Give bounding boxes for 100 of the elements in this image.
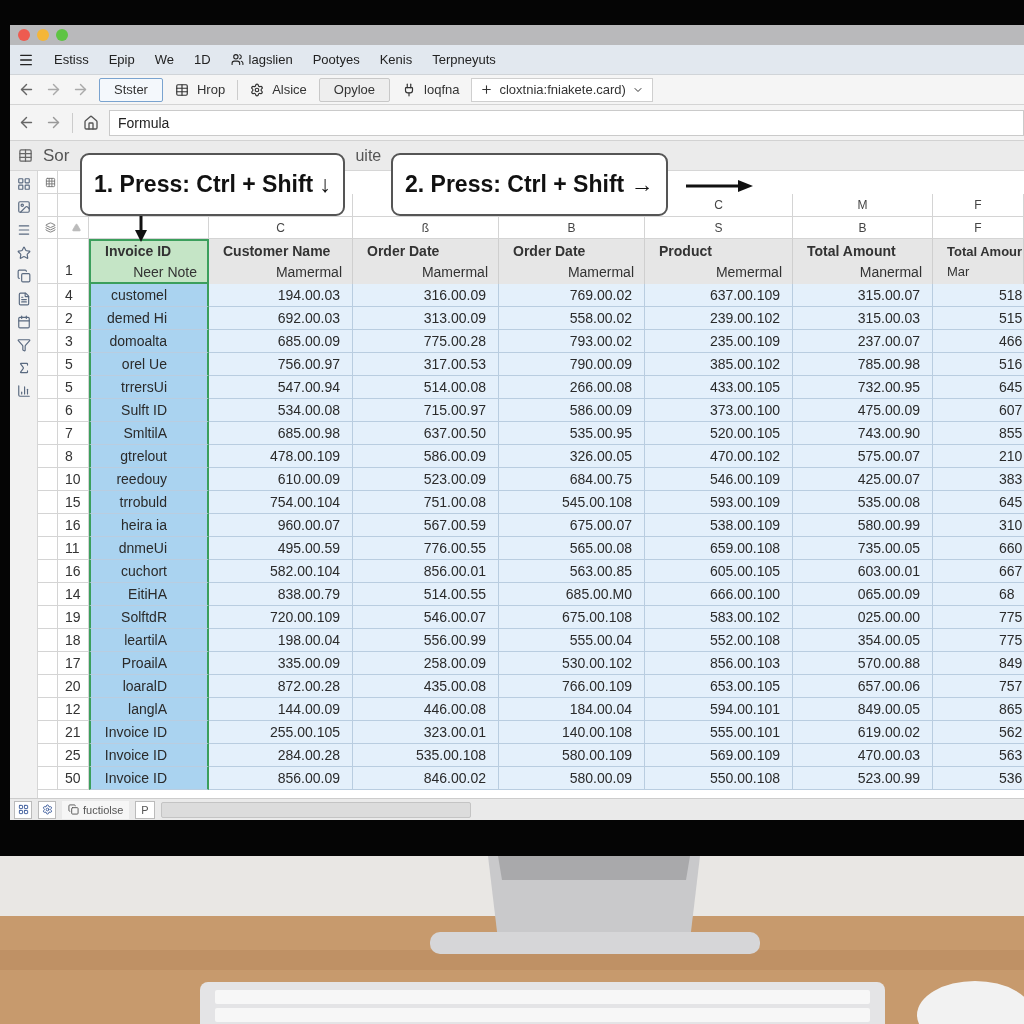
table-cell: 849.00.05 <box>793 698 933 721</box>
table-cell: 775.00.28 <box>353 330 499 353</box>
table-cell: heira ia <box>89 514 209 537</box>
table-cell: 255.00.105 <box>209 721 353 744</box>
table-cell: 692.00.03 <box>209 307 353 330</box>
column-header[interactable]: Customer Name Mamermal <box>209 239 353 284</box>
sheet-tab[interactable]: P <box>135 800 155 819</box>
table-cell: 210 <box>933 445 1024 468</box>
table-cell: 856.00.09 <box>209 767 353 790</box>
header-title: Invoice ID <box>105 243 173 259</box>
column-header[interactable]: Total Amount Manermal <box>793 239 933 284</box>
table-cell: 198.00.04 <box>209 629 353 652</box>
menu-item[interactable]: Estiss <box>54 52 89 67</box>
row-number: 3 <box>58 330 89 353</box>
table-cell: 583.00.102 <box>645 606 793 629</box>
column-letter[interactable]: B <box>793 217 933 239</box>
column-letter[interactable]: F <box>933 194 1024 217</box>
table-cell: 313.00.09 <box>353 307 499 330</box>
table-cell: 534.00.08 <box>209 399 353 422</box>
column-header[interactable]: Invoice ID Neer Note <box>89 239 209 284</box>
shortcut-tooltip: 2. Press: Ctrl + Shift → <box>391 153 668 216</box>
toolbar-button[interactable]: Stster <box>99 77 163 102</box>
table-cell: 667 <box>933 560 1024 583</box>
column-letter[interactable]: M <box>793 194 933 217</box>
menu-item[interactable]: Pootyes <box>312 52 360 67</box>
row-number: 20 <box>58 675 89 698</box>
row-number: 16 <box>58 514 89 537</box>
column-letter[interactable]: B <box>499 217 645 239</box>
table-cell: 757 <box>933 675 1024 698</box>
table-cell: 855 <box>933 422 1024 445</box>
table-cell: 425.00.07 <box>793 468 933 491</box>
table-cell: Invoice ID <box>89 767 209 790</box>
table-cell: 545.00.108 <box>499 491 645 514</box>
table-cell: 846.00.02 <box>353 767 499 790</box>
header-title: Order Date <box>367 243 441 259</box>
table-cell: 536 <box>933 767 1024 790</box>
table-cell: 516 <box>933 353 1024 376</box>
table-cell: 140.00.108 <box>499 721 645 744</box>
table-cell: 546.00.07 <box>353 606 499 629</box>
row-number: 15 <box>58 491 89 514</box>
table-cell: 660 <box>933 537 1024 560</box>
table-cell: 266.00.08 <box>499 376 645 399</box>
table-cell: 775 <box>933 629 1024 652</box>
table-cell: 735.00.05 <box>793 537 933 560</box>
menu-item[interactable]: Epip <box>108 52 135 67</box>
sheet-tab[interactable]: fuctiolse <box>62 800 130 819</box>
table-cell: 756.00.97 <box>209 353 353 376</box>
table-cell: 586.00.09 <box>353 445 499 468</box>
column-letter[interactable]: C <box>209 217 353 239</box>
table-cell: 065.00.09 <box>793 583 933 606</box>
header-subtitle: Mamermal <box>275 264 342 280</box>
formula-field[interactable]: Formula <box>109 109 1024 136</box>
row-number: 8 <box>58 445 89 468</box>
table-cell: 518 <box>933 284 1024 307</box>
table-cell: 653.00.105 <box>645 675 793 698</box>
column-header[interactable]: Order Date Mamermal <box>499 239 645 284</box>
table-cell: 315.00.07 <box>793 284 933 307</box>
column-header[interactable]: Total Amour Mar <box>933 239 1024 284</box>
row-number: 6 <box>58 399 89 422</box>
table-cell: 607 <box>933 399 1024 422</box>
table-cell: 323.00.01 <box>353 721 499 744</box>
row-number: 5 <box>58 376 89 399</box>
table-cell: 535.00.95 <box>499 422 645 445</box>
column-letter[interactable]: ß <box>353 217 499 239</box>
table-cell: 310 <box>933 514 1024 537</box>
table-cell: 555.00.101 <box>645 721 793 744</box>
table-cell: 569.00.109 <box>645 744 793 767</box>
column-header[interactable]: Product Memermal <box>645 239 793 284</box>
table-cell: 605.00.105 <box>645 560 793 583</box>
table-cell: 478.00.109 <box>209 445 353 468</box>
table-cell: 565.00.08 <box>499 537 645 560</box>
table-cell: 316.00.09 <box>353 284 499 307</box>
table-cell: domoalta <box>89 330 209 353</box>
column-letter[interactable]: F <box>933 217 1024 239</box>
table-cell: 575.00.07 <box>793 445 933 468</box>
menu-item[interactable]: lagslien <box>230 52 293 67</box>
menu-item[interactable]: 1D <box>193 52 211 67</box>
table-cell: 684.00.75 <box>499 468 645 491</box>
table-cell: 523.00.09 <box>353 468 499 491</box>
header-title: Order Date <box>513 243 587 259</box>
row-number: 16 <box>58 560 89 583</box>
table-cell: 743.00.90 <box>793 422 933 445</box>
menu-item[interactable]: Terpneyuts <box>432 52 496 67</box>
table-cell: 514.00.08 <box>353 376 499 399</box>
dropdown[interactable]: cloxtnia:fniakete.card) <box>471 77 653 102</box>
toolbar-button[interactable]: Alsice <box>248 82 309 97</box>
toolbar-button[interactable]: Opyloe <box>318 77 391 102</box>
menu-item[interactable]: We <box>154 52 174 67</box>
table-cell: 552.00.108 <box>645 629 793 652</box>
table-cell: 685.00.98 <box>209 422 353 445</box>
table-cell: 523.00.99 <box>793 767 933 790</box>
table-cell: 685.00.M0 <box>499 583 645 606</box>
table-cell: 580.00.99 <box>793 514 933 537</box>
menu-item[interactable]: Kenis <box>379 52 413 67</box>
toolbar-button[interactable]: loqfna <box>400 82 462 97</box>
table-cell: Invoice ID <box>89 721 209 744</box>
table-cell: SmltilA <box>89 422 209 445</box>
column-letter[interactable]: S <box>645 217 793 239</box>
column-header[interactable]: Order Date Mamermal <box>353 239 499 284</box>
toolbar-button[interactable]: Hrop <box>172 82 228 97</box>
